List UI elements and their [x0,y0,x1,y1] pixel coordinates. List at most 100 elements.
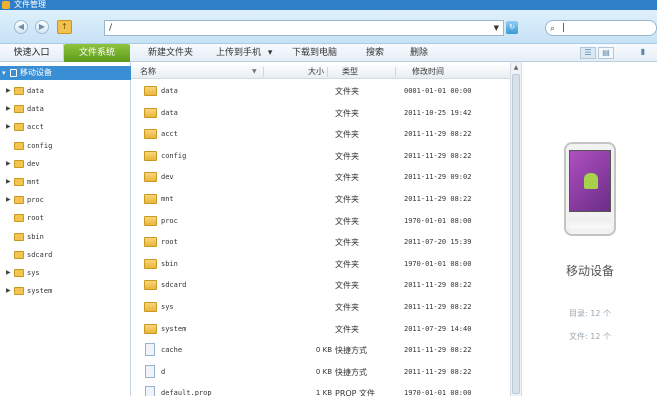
column-size[interactable]: 大小 [308,65,324,79]
tree-node[interactable]: ▶ sys [0,266,130,280]
tree-node[interactable]: ▶ acct [0,120,130,134]
file-type: 快捷方式 [335,346,367,356]
detail-view-button[interactable]: ▤ [598,47,614,59]
new-folder-button[interactable]: 新建文件夹 [148,44,193,62]
folder-icon [14,141,24,150]
file-modified: 2011-11-29 08:22 [404,303,472,311]
scrollbar-thumb[interactable] [512,74,520,394]
tree-node-label: root [27,214,44,223]
file-count: 文件: 12 个 [569,332,611,341]
expand-icon[interactable]: ▶ [6,84,11,98]
folder-icon [144,107,157,118]
file-row[interactable]: root 文件夹 2011-07-20 15:39 [131,232,510,253]
file-row[interactable]: data 文件夹 2011-10-25 19:42 [131,103,510,124]
file-row[interactable]: sbin 文件夹 1970-01-01 08:00 [131,254,510,275]
title-bar: 文件管理 [0,0,657,10]
tab-quick-access[interactable]: 快速入口 [0,44,64,62]
collapse-icon[interactable]: ▾ [2,66,6,80]
expand-icon[interactable]: ▶ [6,157,11,171]
folder-icon [14,159,24,168]
tree-node[interactable]: sbin [0,230,130,244]
file-row[interactable]: proc 文件夹 1970-01-01 08:00 [131,211,510,232]
file-row[interactable]: config 文件夹 2011-11-29 08:22 [131,146,510,167]
file-row[interactable]: mnt 文件夹 2011-11-29 08:22 [131,189,510,210]
expand-icon[interactable]: ▶ [6,120,11,134]
file-modified: 2011-11-29 08:22 [404,367,472,376]
up-folder-button[interactable]: ↑ [57,20,72,34]
tree-node-label: config [27,141,53,150]
folder-icon [144,280,157,291]
file-list-scrollbar[interactable]: ▲ [510,62,521,396]
sort-chevron-icon[interactable]: ▼ [252,65,257,79]
file-name: dev [161,173,174,182]
folder-icon [144,258,157,269]
tab-bar: 快速入口 文件系统 新建文件夹 上传到手机 ▾ 下载到电脑 搜索 删除 ☰ ▤ … [0,44,657,62]
panel-toggle-button[interactable]: ▮ [635,47,651,59]
file-type: 文件夹 [335,195,359,204]
chevron-down-icon[interactable]: ▼ [494,21,499,35]
file-row[interactable]: acct 文件夹 2011-11-29 08:22 [131,124,510,145]
file-row[interactable]: default.prop 1 KB PROP 文件 1970-01-01 08:00 [131,383,510,396]
expand-icon[interactable]: ▶ [6,193,11,207]
file-row[interactable]: dev 文件夹 2011-11-29 09:02 [131,167,510,188]
tree-node[interactable]: ▶ dev [0,157,130,171]
file-name: sdcard [161,281,187,290]
scroll-up-icon[interactable]: ▲ [511,63,521,73]
path-input[interactable]: / ▼ [104,20,504,36]
folder-icon [144,194,157,204]
tree-node[interactable]: ▶ data [0,84,130,98]
expand-icon[interactable]: ▶ [6,102,11,116]
column-type[interactable]: 类型 [342,65,358,79]
file-row[interactable]: sdcard 文件夹 2011-11-29 08:22 [131,275,510,296]
go-button[interactable]: ↻ [506,21,518,34]
delete-button[interactable]: 删除 [410,44,428,62]
magnifier-icon: ⌕ [550,24,556,34]
file-size: 0 KB [315,367,332,376]
tree-node[interactable]: root [0,211,130,225]
expand-icon[interactable]: ▶ [6,284,11,298]
expand-icon[interactable]: ▶ [6,266,11,280]
file-row[interactable]: sys 文件夹 2011-11-29 08:22 [131,297,510,318]
file-name: sbin [161,259,178,268]
tree-node[interactable]: config [0,139,130,153]
file-row[interactable]: system 文件夹 2011-07-29 14:40 [131,319,510,340]
list-view-button[interactable]: ☰ [580,47,596,59]
forward-button[interactable]: ▶ [35,20,49,34]
folder-icon [14,196,24,205]
tree-node[interactable]: ▶ mnt [0,175,130,189]
file-name: acct [161,130,178,139]
upload-to-phone-button[interactable]: 上传到手机 ▾ [216,44,272,62]
tree-node-label: proc [27,196,44,205]
folder-icon [144,237,157,248]
file-modified: 2011-07-20 15:39 [404,238,472,247]
tab-file-system[interactable]: 文件系统 [64,44,130,62]
tree-node[interactable]: sdcard [0,248,130,262]
download-to-pc-button[interactable]: 下载到电脑 [292,44,337,62]
column-modified[interactable]: 修改时间 [412,65,444,79]
tree-root-mobile-device[interactable]: ▾ 移动设备 [0,66,131,80]
file-modified: 2011-11-29 08:22 [404,195,472,203]
tree-node[interactable]: ▶ proc [0,193,130,207]
back-button[interactable]: ◀ [14,20,28,34]
file-row[interactable]: data 文件夹 0001-01-01 00:00 [131,81,510,102]
tree-node-label: data [27,87,44,95]
list-view-icon: ☰ [584,48,592,57]
folder-icon [144,86,157,96]
tree-node[interactable]: ▶ system [0,284,130,298]
back-arrow-icon: ◀ [17,22,25,31]
file-row[interactable]: d 0 KB 快捷方式 2011-11-29 08:22 [131,362,510,383]
file-row[interactable]: cache 0 KB 快捷方式 2011-11-29 08:22 [131,340,510,361]
column-name[interactable]: 名称 [140,65,156,79]
search-button[interactable]: 搜索 [366,44,384,62]
file-name: cache [161,346,183,355]
file-name: mnt [161,195,174,203]
tree-node[interactable]: ▶ data [0,102,130,116]
chevron-down-icon: ▾ [267,48,273,58]
folder-tree: ▾ 移动设备 ▶ data ▶ data ▶ acct config ▶ dev ▶ mnt ▶ pro… [0,62,131,396]
expand-icon[interactable]: ▶ [6,175,11,189]
phone-icon [10,69,17,77]
file-modified: 2011-07-29 14:40 [404,324,472,333]
search-input[interactable]: ⌕ | [545,20,657,36]
device-name: 移动设备 [565,264,614,278]
tree-node-label: sys [27,269,40,277]
